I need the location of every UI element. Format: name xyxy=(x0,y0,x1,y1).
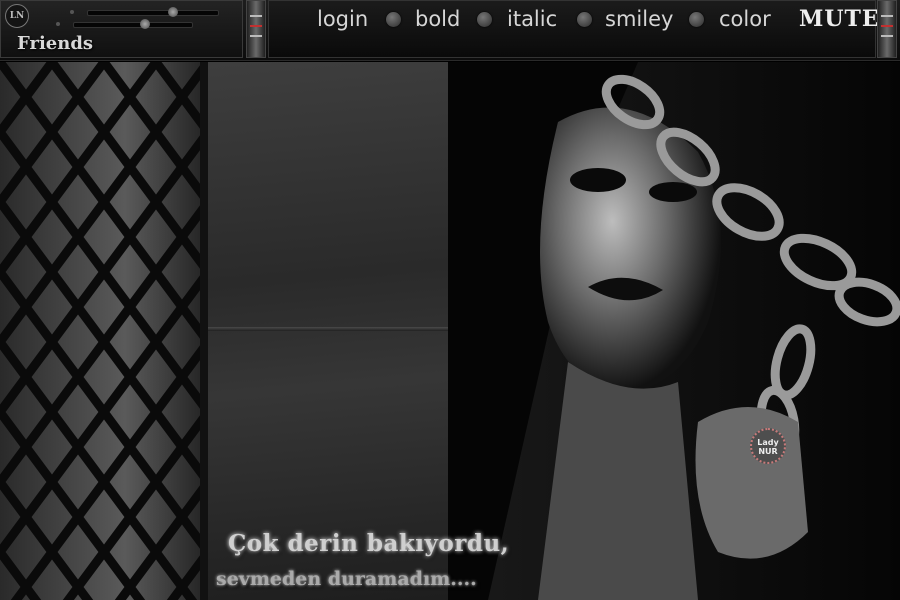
right-resize-handle[interactable] xyxy=(877,0,897,58)
poem-caption-line1: Çok derin bakıyordu, xyxy=(228,530,510,557)
volume-slider-knob[interactable] xyxy=(168,7,178,17)
bold-button[interactable]: bold xyxy=(415,7,460,31)
balance-slider[interactable] xyxy=(56,19,193,29)
login-button[interactable]: login xyxy=(317,7,368,31)
italic-button[interactable]: italic xyxy=(507,7,557,31)
chat-menu-bar: login bold italic smiley color MUTE xyxy=(268,0,879,58)
crumpled-paper-texture xyxy=(208,62,448,600)
volume-indicator-icon xyxy=(70,10,74,14)
ln-logo: LN xyxy=(5,4,29,28)
top-toolbar: LN Friends login bold italic smiley colo… xyxy=(0,0,900,61)
volume-slider[interactable] xyxy=(70,7,219,17)
menu-separator-dot-icon xyxy=(689,12,704,27)
poem-caption-line2: sevmeden duramadım.... xyxy=(216,568,477,590)
balance-indicator-icon xyxy=(56,22,60,26)
menu-separator-dot-icon xyxy=(386,12,401,27)
left-resize-handle[interactable] xyxy=(246,0,266,58)
menu-separator-dot-icon xyxy=(577,12,592,27)
menu-separator-dot-icon xyxy=(477,12,492,27)
color-button[interactable]: color xyxy=(719,7,771,31)
paper-fold-line xyxy=(208,327,448,331)
lady-nur-watermark: Lady NUR xyxy=(750,428,786,464)
lattice-fence-image xyxy=(0,62,208,600)
smiley-button[interactable]: smiley xyxy=(605,7,673,31)
background-artwork: Çok derin bakıyordu, sevmeden duramadım.… xyxy=(0,62,900,600)
chained-woman-portrait-image xyxy=(448,62,900,600)
friends-link[interactable]: Friends xyxy=(17,33,93,54)
mute-button[interactable]: MUTE xyxy=(799,6,880,32)
balance-slider-knob[interactable] xyxy=(140,19,150,29)
player-panel: LN Friends xyxy=(0,0,243,58)
